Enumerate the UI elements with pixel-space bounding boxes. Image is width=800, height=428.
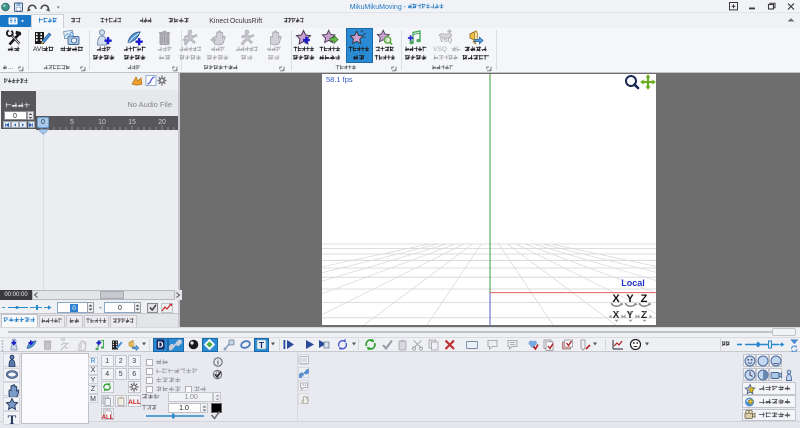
svg-text:D: D xyxy=(158,341,164,350)
svg-text:T: T xyxy=(258,340,264,350)
svg-text:i: i xyxy=(217,359,219,367)
svg-text:T: T xyxy=(7,412,16,426)
